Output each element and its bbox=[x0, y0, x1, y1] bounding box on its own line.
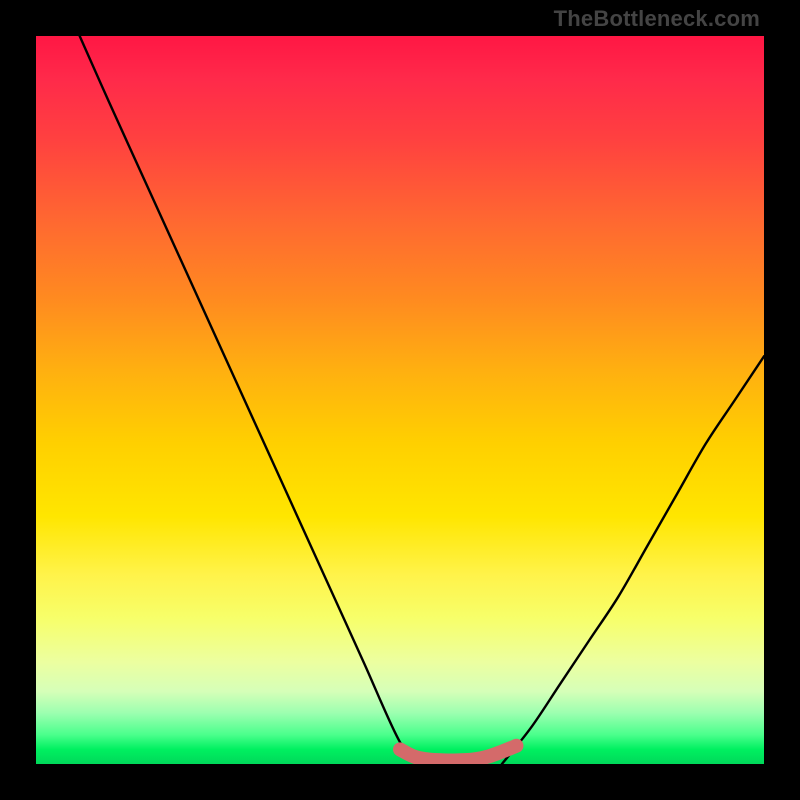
plot-area bbox=[36, 36, 764, 764]
curve-layer bbox=[36, 36, 764, 764]
plateau-marker bbox=[400, 746, 516, 761]
bottleneck-curve-left bbox=[80, 36, 422, 764]
chart-frame: TheBottleneck.com bbox=[0, 0, 800, 800]
watermark-text: TheBottleneck.com bbox=[554, 6, 760, 32]
bottleneck-curve-right bbox=[502, 356, 764, 764]
